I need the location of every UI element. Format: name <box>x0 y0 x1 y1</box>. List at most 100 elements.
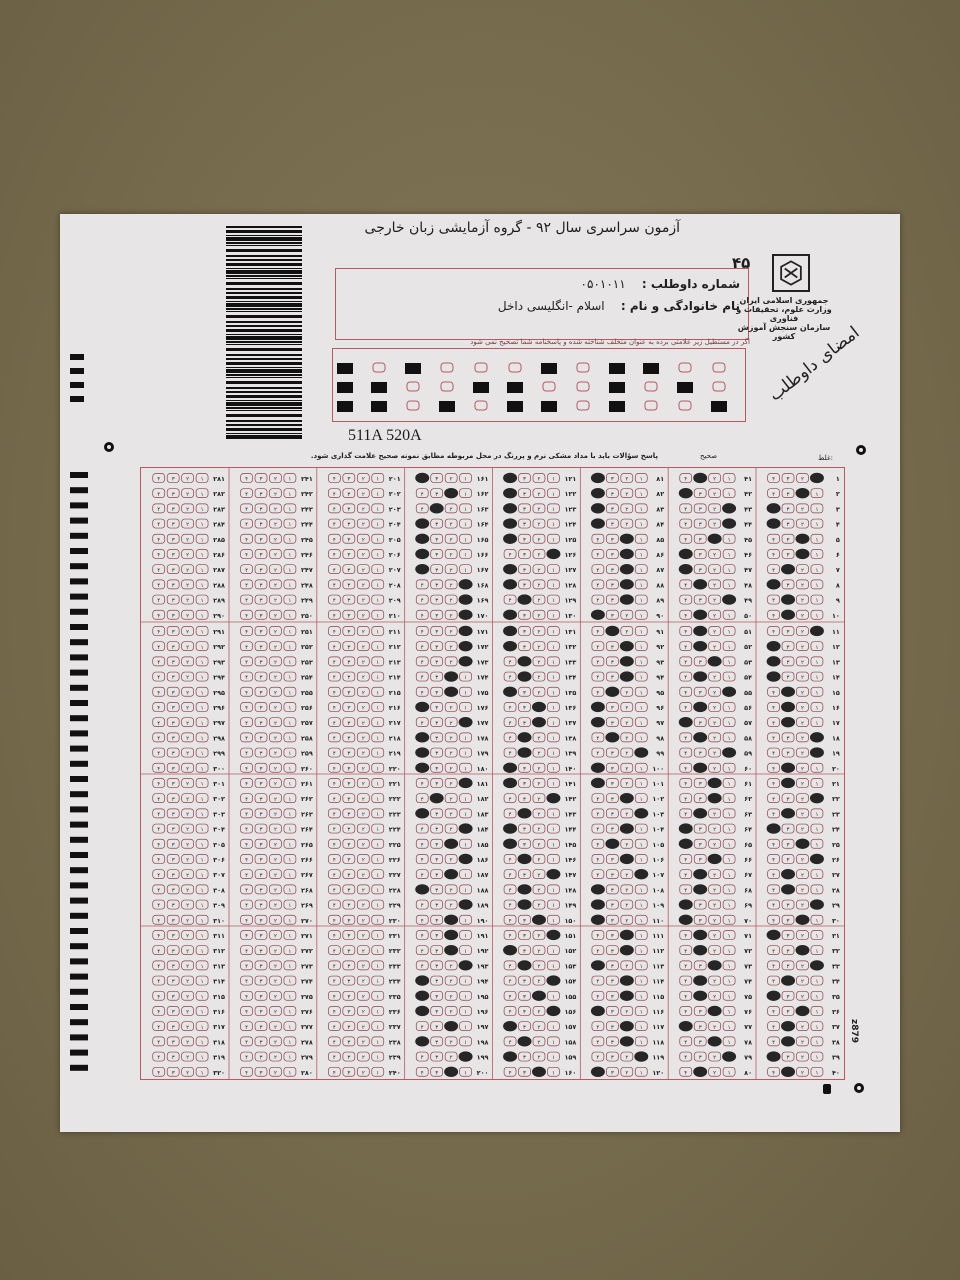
choice-label: ۱ <box>815 934 818 940</box>
choice-label: ۱ <box>376 613 379 619</box>
code-slot <box>440 381 454 392</box>
choice-label: ۲ <box>538 675 541 681</box>
choice-label: ۴ <box>333 918 336 924</box>
choice-label: ۲ <box>362 553 365 559</box>
choice-label: ۱ <box>640 1070 643 1076</box>
question-number: ۶۲ <box>744 795 752 803</box>
filled-bubble <box>619 640 634 652</box>
choice-label: ۲ <box>274 918 277 924</box>
choice-label: ۲ <box>186 1070 189 1076</box>
choice-label: ۳ <box>435 1070 438 1076</box>
choice-label: ۲ <box>713 568 716 574</box>
filled-bubble <box>517 884 532 895</box>
question-number: ۱۲۴ <box>564 521 576 529</box>
question-number: ۲۳۴ <box>389 978 401 986</box>
choice-label: ۴ <box>596 690 599 696</box>
question-number: ۹۲ <box>656 643 664 651</box>
question-number: ۱۱ <box>832 628 840 636</box>
choice-label: ۳ <box>435 660 438 666</box>
filled-bubble <box>415 747 430 758</box>
filled-bubble <box>590 1005 605 1017</box>
choice-label: ۲ <box>450 507 453 513</box>
version-code: 511A 520A <box>348 427 422 444</box>
question-number: ۲۳۵ <box>389 993 401 1001</box>
question-number: ۳۰۵ <box>213 841 225 849</box>
filled-bubble <box>766 1051 781 1062</box>
choice-label: ۴ <box>684 1070 687 1076</box>
choice-label: ۴ <box>596 675 599 681</box>
choice-label: ۴ <box>421 918 424 924</box>
choice-label: ۲ <box>538 583 541 589</box>
question-number: ۵ <box>836 536 840 544</box>
choice-label: ۴ <box>157 660 160 666</box>
choice-label: ۳ <box>523 721 526 727</box>
question-number: ۲۷۷ <box>301 1023 313 1031</box>
choice-label: ۱ <box>728 660 731 666</box>
choice-label: ۲ <box>274 721 277 727</box>
choice-label: ۴ <box>333 522 336 528</box>
timing-mark <box>70 700 88 706</box>
choice-label: ۲ <box>186 492 189 498</box>
choice-label: ۳ <box>172 583 175 589</box>
filled-bubble <box>693 640 708 652</box>
choice-label: ۳ <box>699 721 702 727</box>
choice-label: ۴ <box>509 964 512 970</box>
question-number: ۹۱ <box>656 628 664 636</box>
choice-label: ۳ <box>523 690 526 696</box>
timing-mark <box>70 1034 88 1041</box>
question-number: ۱۲۹ <box>564 597 576 605</box>
filled-bubble <box>678 487 693 499</box>
choice-label: ۲ <box>362 492 365 498</box>
choice-label: ۳ <box>699 568 702 574</box>
barcode-bar <box>226 308 302 310</box>
question-number: ۹۸ <box>656 734 664 742</box>
choice-label: ۱ <box>815 492 818 498</box>
timing-mark <box>70 988 88 995</box>
choice-label: ۴ <box>421 492 424 498</box>
question-number: ۱۵۱ <box>564 932 576 940</box>
choice-label: ۱ <box>728 782 731 788</box>
choice-label: ۴ <box>245 660 248 666</box>
choice-label: ۲ <box>538 827 541 833</box>
choice-label: ۴ <box>509 1040 512 1046</box>
choice-label: ۲ <box>362 1025 365 1031</box>
choice-label: ۲ <box>186 751 189 757</box>
choice-label: ۴ <box>772 1010 775 1016</box>
choice-label: ۴ <box>421 675 424 681</box>
choice-label: ۳ <box>611 858 614 864</box>
choice-label: ۱ <box>201 903 204 909</box>
choice-label: ۴ <box>421 583 424 589</box>
choice-label: ۴ <box>596 827 599 833</box>
choice-label: ۱ <box>815 598 818 604</box>
choice-label: ۳ <box>260 706 263 712</box>
code-slot <box>406 400 420 411</box>
question-number: ۷۹ <box>744 1054 752 1062</box>
choice-label: ۴ <box>596 797 599 803</box>
question-number: ۲۶۷ <box>301 871 313 879</box>
choice-label: ۱ <box>640 1025 643 1031</box>
choice-label: ۳ <box>347 553 350 559</box>
choice-label: ۲ <box>362 522 365 528</box>
question-number: ۲۰۴ <box>389 521 401 529</box>
choice-label: ۱ <box>288 1070 291 1076</box>
question-number: ۲۶۳ <box>301 810 313 818</box>
question-number: ۳۰۸ <box>213 886 225 894</box>
choice-label: ۴ <box>245 477 248 483</box>
choice-label: ۱ <box>201 858 204 864</box>
timing-marks <box>70 354 88 1071</box>
choice-label: ۲ <box>538 598 541 604</box>
choice-label: ۴ <box>157 645 160 651</box>
code-slot <box>712 381 726 392</box>
barcode-bar <box>226 325 302 327</box>
choice-label: ۱ <box>201 477 204 483</box>
choice-label: ۲ <box>625 888 628 894</box>
choice-label: ۳ <box>260 979 263 985</box>
choice-label: ۲ <box>450 888 453 894</box>
choice-label: ۲ <box>186 660 189 666</box>
filled-bubble <box>517 656 532 667</box>
filled-bubble <box>766 671 781 682</box>
choice-label: ۳ <box>611 812 614 818</box>
choice-label: ۲ <box>450 645 453 651</box>
question-number: ۱۴۴ <box>564 826 576 834</box>
choice-label: ۲ <box>362 660 365 666</box>
